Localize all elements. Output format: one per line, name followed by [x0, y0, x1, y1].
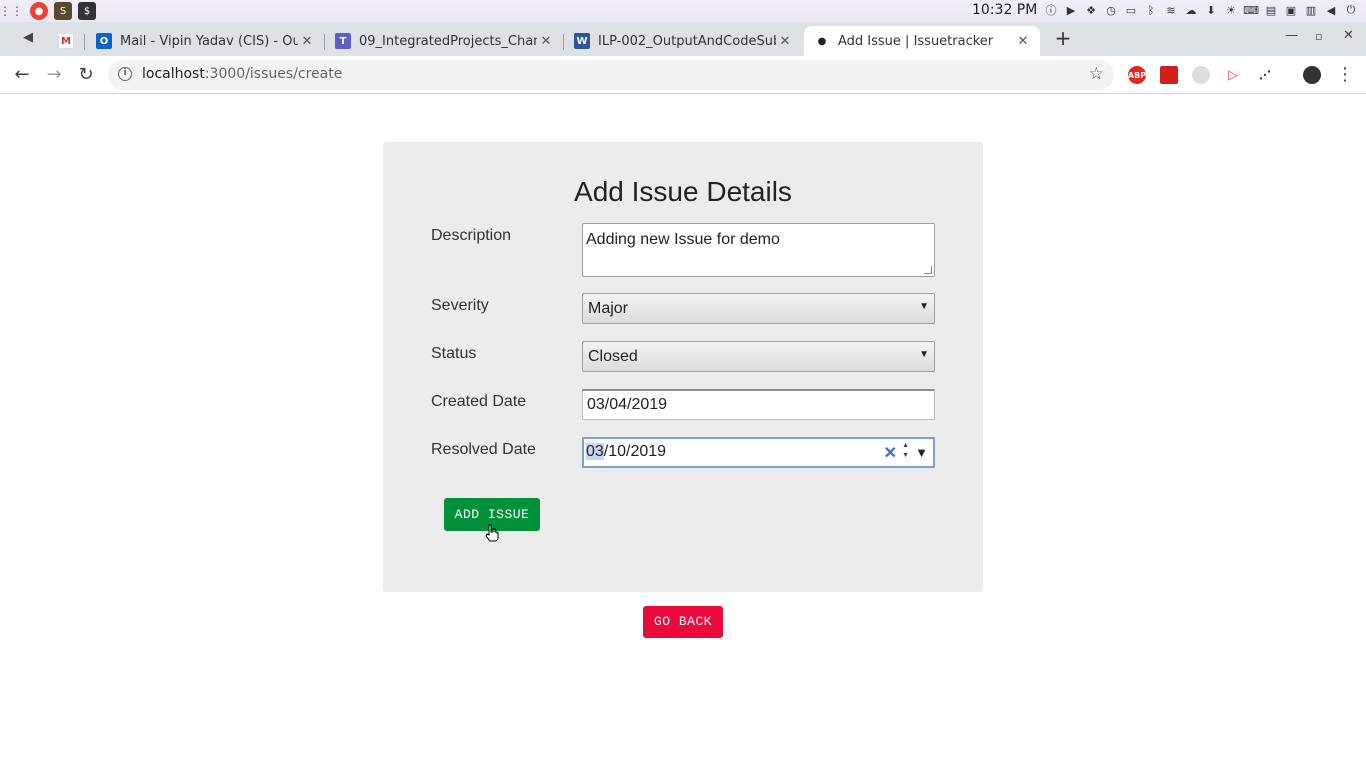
cast-extension-icon[interactable]: ⋰ — [1256, 66, 1274, 84]
calendar-dropdown-icon[interactable]: ▼ — [915, 445, 928, 460]
tab-title: Mail - Vipin Yadav (CIS) - Outlook — [120, 33, 298, 49]
close-icon[interactable]: ✕ — [1014, 34, 1032, 49]
resolved-date-input[interactable]: 03/10/2019 ✕ ▲ ▼ ▼ — [582, 437, 935, 468]
sublime-text-icon[interactable]: S — [54, 2, 72, 20]
browser-menu-icon[interactable]: ⋮ — [1334, 64, 1356, 86]
severity-value: Major — [588, 300, 629, 317]
tab-title: Add Issue | Issuetracker — [838, 33, 994, 49]
dropbox-icon[interactable]: ❖ — [1084, 3, 1098, 17]
chrome-icon[interactable]: ● — [30, 2, 48, 20]
description-value: Adding new Issue for demo — [586, 231, 780, 248]
date-spinner-icon[interactable]: ▲ ▼ — [902, 441, 909, 461]
close-icon[interactable]: ✕ — [298, 34, 316, 49]
tab-gmail[interactable]: M — [48, 26, 84, 56]
wifi-icon[interactable]: ≋ — [1164, 3, 1178, 17]
info-icon[interactable]: ⓘ — [1044, 3, 1058, 17]
clipboard-icon[interactable]: ▤ — [1264, 3, 1278, 17]
dropdown-arrow-icon: ▼ — [919, 301, 929, 312]
terminal-icon[interactable]: $ — [78, 2, 96, 20]
battery-icon[interactable]: ▭ — [1124, 3, 1138, 17]
profile-avatar[interactable] — [1303, 66, 1321, 84]
resolved-date-month[interactable]: 03 — [586, 443, 604, 460]
window-close-icon[interactable]: ✕ — [1343, 28, 1354, 43]
site-info-icon[interactable]: i — [118, 67, 132, 81]
minimize-icon[interactable]: — — [1285, 28, 1298, 43]
tab-title: 09_IntegratedProjects_Channel — [359, 33, 537, 49]
tab-teams[interactable]: T 09_IntegratedProjects_Channel ✕ — [325, 26, 563, 56]
adblock-plus-icon[interactable]: ABP — [1128, 66, 1146, 84]
browser-tab-strip: ◀ M O Mail - Vipin Yadav (CIS) - Outlook… — [0, 22, 1366, 56]
new-tab-button[interactable]: + — [1052, 27, 1074, 49]
power-icon[interactable]: ⏻ — [1344, 3, 1358, 17]
severity-label: Severity — [431, 297, 489, 314]
status-select[interactable]: Closed ▼ — [582, 341, 935, 372]
reload-icon[interactable]: ↻ — [75, 64, 97, 86]
description-textarea[interactable]: Adding new Issue for demo — [582, 223, 935, 277]
tab-add-issue[interactable]: ● Add Issue | Issuetracker ✕ — [804, 26, 1040, 56]
created-date-input[interactable]: 03/04/2019 — [582, 389, 935, 420]
outlook-icon: O — [96, 33, 112, 49]
media-play-icon[interactable]: ▶ — [1064, 3, 1078, 17]
bag-icon[interactable]: ▣ — [1284, 3, 1298, 17]
tab-outlook[interactable]: O Mail - Vipin Yadav (CIS) - Outlook ✕ — [86, 26, 324, 56]
clock-icon[interactable]: ◷ — [1104, 3, 1118, 17]
forward-arrow-icon[interactable]: → — [43, 64, 65, 86]
tab-separator — [84, 34, 85, 50]
severity-select[interactable]: Major ▼ — [582, 293, 935, 324]
status-value: Closed — [588, 348, 638, 365]
url-host: localhost — [142, 66, 205, 82]
resize-grip-icon[interactable] — [924, 266, 932, 274]
cloud-icon[interactable]: ☁ — [1184, 3, 1198, 17]
back-arrow-icon[interactable]: ← — [11, 64, 33, 86]
download-icon[interactable]: ⬇ — [1204, 3, 1218, 17]
circle-extension-icon[interactable] — [1192, 66, 1210, 84]
teams-icon: T — [335, 33, 351, 49]
address-bar[interactable]: i localhost:3000/issues/create ☆ — [108, 60, 1114, 90]
url-text[interactable]: localhost:3000/issues/create — [142, 66, 342, 82]
bluetooth-icon[interactable]: ᛒ — [1144, 3, 1158, 17]
play-extension-icon[interactable]: ▷ — [1224, 66, 1242, 84]
word-icon: W — [574, 33, 590, 49]
resolved-date-rest[interactable]: /10/2019 — [604, 443, 666, 460]
created-date-label: Created Date — [431, 393, 527, 410]
app-grid-icon[interactable]: ⋮⋮ — [0, 0, 23, 22]
add-issue-form: Add Issue Details Description Adding new… — [383, 142, 983, 592]
tab-word[interactable]: W ILP-002_OutputAndCodeSubmission ✕ — [564, 26, 802, 56]
dropdown-arrow-icon: ▼ — [919, 349, 929, 360]
volume-icon[interactable]: ◀ — [1324, 3, 1338, 17]
form-title: Add Issue Details — [574, 176, 792, 207]
system-clock[interactable]: 10:32 PM — [972, 2, 1037, 18]
clear-date-icon[interactable]: ✕ — [884, 443, 897, 463]
close-icon[interactable]: ✕ — [537, 34, 555, 49]
system-top-bar: ⋮⋮ ● S $ 10:32 PM ⓘ ▶ ❖ ◷ ▭ ᛒ ≋ ☁ ⬇ ☀ ⌨ … — [0, 0, 1366, 22]
created-date-value: 03/04/2019 — [587, 396, 668, 413]
close-icon[interactable]: ✕ — [776, 34, 794, 49]
status-label: Status — [431, 345, 477, 362]
hand-cursor-icon — [485, 524, 499, 542]
notes-icon[interactable]: ▥ — [1304, 3, 1318, 17]
github-icon: ● — [814, 33, 830, 49]
bookmark-extension-icon[interactable] — [1160, 66, 1178, 84]
system-tray: ⓘ ▶ ❖ ◷ ▭ ᛒ ≋ ☁ ⬇ ☀ ⌨ ▤ ▣ ▥ ◀ ⏻ — [1044, 3, 1358, 17]
gmail-icon: M — [58, 33, 74, 49]
go-back-button[interactable]: GO BACK — [643, 606, 723, 638]
tab-title: ILP-002_OutputAndCodeSubmission — [598, 33, 776, 49]
description-label: Description — [431, 227, 512, 244]
resolved-date-label: Resolved Date — [431, 441, 536, 458]
maximize-icon[interactable]: ▫ — [1315, 30, 1322, 43]
lightbulb-icon[interactable]: ☀ — [1224, 3, 1238, 17]
bookmark-star-icon[interactable]: ☆ — [1089, 64, 1104, 84]
url-path: :3000/issues/create — [204, 66, 343, 82]
muted-audio-icon[interactable]: ◀ — [17, 27, 39, 49]
keyboard-icon[interactable]: ⌨ — [1243, 3, 1259, 17]
